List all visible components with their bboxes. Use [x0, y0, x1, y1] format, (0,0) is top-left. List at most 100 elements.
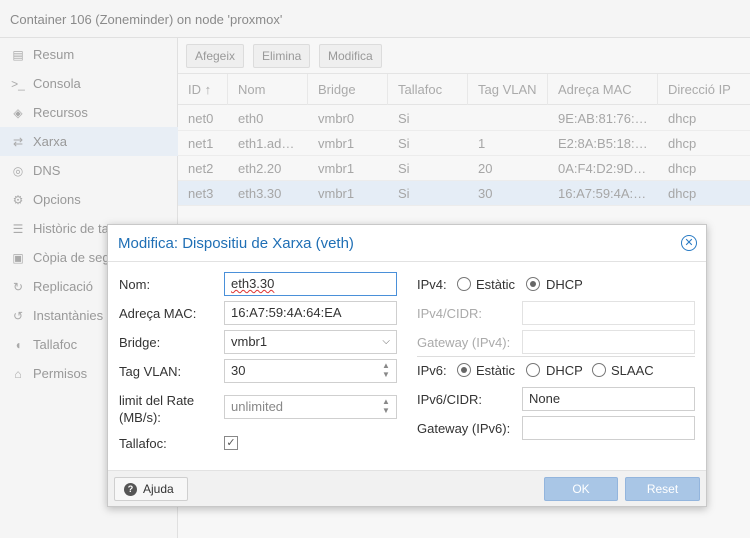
sidebar-item-resum[interactable]: ▤ Resum — [0, 40, 178, 69]
title-bar: Container 106 (Zoneminder) on node 'prox… — [0, 0, 750, 38]
ipv6-gateway-input[interactable] — [522, 416, 695, 440]
cell-ip: dhcp — [668, 161, 697, 176]
column-header-bridge[interactable]: Bridge — [308, 74, 388, 105]
ipv4-dhcp-label: DHCP — [546, 277, 583, 292]
unlock-icon: ⌂ — [14, 366, 22, 381]
ipv6-static-radio[interactable] — [457, 363, 471, 377]
sidebar-item-dns[interactable]: ◎ DNS — [0, 156, 178, 185]
ipv4-gateway-input[interactable] — [522, 330, 695, 354]
exchange-icon: ⇄ — [12, 134, 24, 149]
list-icon: ☰ — [12, 221, 24, 236]
cell-bridge: vmbr1 — [318, 186, 355, 201]
vlan-value: 30 — [231, 363, 246, 378]
mac-label: Adreça MAC: — [119, 306, 197, 321]
ipv4-cidr-label: IPv4/CIDR: — [417, 306, 483, 321]
table-row[interactable]: net1 eth1.ad… vmbr1 Si 1 E2:8A:B5:18:… d… — [178, 131, 750, 156]
cell-firewall: Si — [398, 186, 410, 201]
close-icon[interactable]: ✕ — [681, 235, 697, 251]
sidebar-item-label: Consola — [33, 76, 81, 91]
ipv4-cidr-input[interactable] — [522, 301, 695, 325]
column-header-mac[interactable]: Adreça MAC — [548, 74, 658, 105]
bridge-select[interactable]: vmbr1 ⌵ — [224, 330, 397, 354]
ipv6-slaac-radio[interactable] — [592, 363, 606, 377]
ipv6-static-label: Estàtic — [476, 363, 516, 378]
rate-limit-placeholder: unlimited — [231, 399, 284, 414]
cell-id: net3 — [188, 186, 214, 201]
dialog-title: Modifica: Dispositiu de Xarxa (veth) — [118, 235, 354, 252]
sidebar-item-label: Xarxa — [33, 134, 67, 149]
spinner-icon[interactable]: ▲ ▼ — [381, 397, 391, 415]
history-icon: ↺ — [12, 308, 24, 323]
add-button[interactable]: Afegeix — [186, 44, 245, 68]
column-header-firewall[interactable]: Tallafoc — [388, 74, 468, 105]
divider — [417, 356, 695, 357]
sidebar-item-opcions[interactable]: ⚙ Opcions — [0, 185, 178, 214]
vlan-label: Tag VLAN: — [119, 364, 182, 379]
ipv6-dhcp-label: DHCP — [546, 363, 583, 378]
cell-ip: dhcp — [668, 111, 697, 126]
column-header-ip[interactable]: Direcció IP — [658, 74, 750, 105]
ipv6-gateway-label: Gateway (IPv6): — [417, 421, 511, 436]
cell-ip: dhcp — [668, 136, 697, 151]
cell-id: net0 — [188, 111, 214, 126]
table-row[interactable]: net2 eth2.20 vmbr1 Si 20 0A:F4:D2:9D… dh… — [178, 156, 750, 181]
sidebar-item-label: DNS — [33, 163, 61, 178]
sidebar-item-consola[interactable]: >_ Consola — [0, 69, 178, 98]
page-title: Container 106 (Zoneminder) on node 'prox… — [10, 12, 283, 27]
ok-button[interactable]: OK — [544, 477, 618, 501]
retweet-icon: ↻ — [12, 279, 24, 294]
sidebar-item-label: Opcions — [33, 192, 81, 207]
cell-mac: 0A:F4:D2:9D… — [558, 161, 647, 176]
table-row[interactable]: net3 eth3.30 vmbr1 Si 30 16:A7:59:4A:… d… — [178, 181, 750, 206]
column-header-vlan[interactable]: Tag VLAN — [468, 74, 548, 105]
question-icon: ? — [124, 483, 137, 496]
ipv6-dhcp-radio[interactable] — [526, 363, 540, 377]
rate-limit-input[interactable]: unlimited ▲ ▼ — [224, 395, 397, 419]
sidebar-item-label: Replicació — [33, 279, 93, 294]
grid-header: ID ↑ Nom Bridge Tallafoc Tag VLAN Adreça… — [178, 74, 750, 105]
cell-name: eth2.20 — [238, 161, 282, 176]
spinner-icon[interactable]: ▲ ▼ — [381, 361, 391, 379]
sidebar-item-label: Permisos — [33, 366, 88, 381]
sidebar-item-label: Resum — [33, 47, 75, 62]
column-header-id[interactable]: ID ↑ — [178, 74, 228, 105]
cell-id: net1 — [188, 136, 214, 151]
cell-bridge: vmbr1 — [318, 136, 355, 151]
sidebar-item-label: Recursos — [33, 105, 88, 120]
help-button[interactable]: ? Ajuda — [114, 477, 188, 501]
column-header-name[interactable]: Nom — [228, 74, 308, 105]
sidebar-item-label: Històric de ta — [33, 221, 109, 236]
mac-input[interactable]: 16:A7:59:4A:64:EA — [224, 301, 397, 325]
sidebar-item-label: Còpia de seg — [33, 250, 110, 265]
chevron-down-icon[interactable]: ⌵ — [382, 331, 390, 353]
edit-button[interactable]: Modifica — [319, 44, 382, 68]
cell-name: eth3.30 — [238, 186, 282, 201]
ipv4-gateway-label: Gateway (IPv4): — [417, 335, 511, 350]
ipv6-cidr-value: None — [529, 391, 561, 406]
sidebar-item-xarxa[interactable]: ⇄ Xarxa — [0, 127, 178, 156]
cube-icon: ◈ — [13, 105, 23, 120]
name-input[interactable]: eth3.30 — [224, 272, 397, 296]
gear-icon: ⚙ — [12, 192, 24, 207]
sidebar-item-recursos[interactable]: ◈ Recursos — [0, 98, 178, 127]
ipv4-static-radio[interactable] — [457, 277, 471, 291]
cell-firewall: Si — [398, 111, 410, 126]
firewall-checkbox[interactable]: ✓ — [224, 436, 238, 450]
vlan-input[interactable]: 30 ▲ ▼ — [224, 359, 397, 383]
cell-name: eth0 — [238, 111, 264, 126]
ipv6-cidr-input[interactable]: None — [522, 387, 695, 411]
remove-button[interactable]: Elimina — [253, 44, 311, 68]
bridge-label: Bridge: — [119, 335, 161, 350]
reset-button[interactable]: Reset — [625, 477, 700, 501]
ipv6-label: IPv6: — [417, 363, 447, 378]
table-row[interactable]: net0 eth0 vmbr0 Si 9E:AB:81:76:… dhcp — [178, 106, 750, 131]
rate-label-line1: limit del Rate — [119, 393, 195, 408]
help-label: Ajuda — [143, 482, 174, 496]
mac-value: 16:A7:59:4A:64:EA — [231, 305, 342, 320]
bridge-value: vmbr1 — [231, 334, 268, 349]
dialog-footer: ? Ajuda OK Reset — [108, 470, 706, 506]
ipv4-dhcp-radio[interactable] — [526, 277, 540, 291]
ipv4-label: IPv4: — [417, 277, 447, 292]
cell-vlan: 30 — [478, 186, 493, 201]
cell-mac: 16:A7:59:4A:… — [558, 186, 647, 201]
